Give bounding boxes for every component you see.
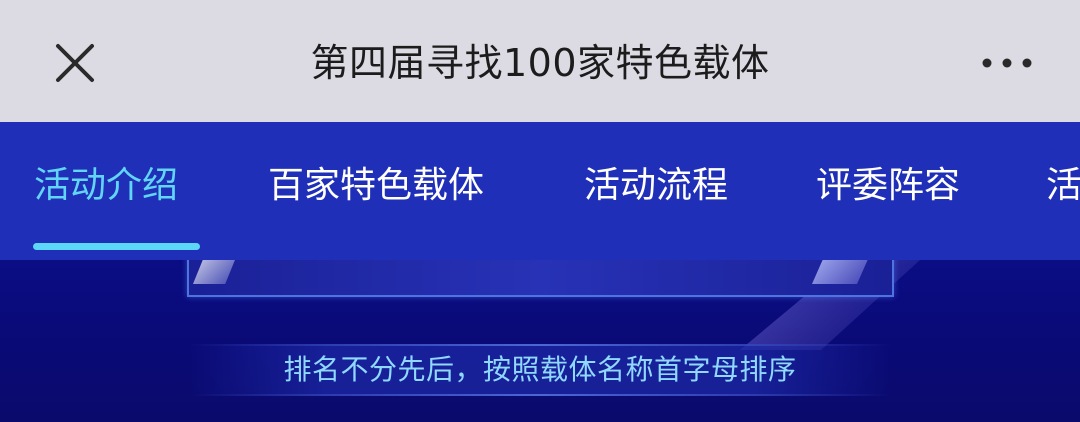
active-tab-indicator [33,243,200,250]
tab-judges[interactable]: 评委阵容 [816,160,960,212]
tab-activity-process[interactable]: 活动流程 [584,160,728,212]
tab-bar: 活动介绍 百家特色载体 活动流程 评委阵容 活 [0,122,1080,260]
title-bar: 第四届寻找100家特色载体 [0,0,1080,122]
banner-title-frame [187,260,894,297]
frame-glint-left [193,260,239,284]
page-title: 第四届寻找100家特色载体 [310,41,770,85]
tab-activity-intro[interactable]: 活动介绍 [34,160,178,212]
notice-bar: 排名不分先后，按照载体名称首字母排序 [188,344,892,396]
more-horizontal-icon [982,58,1032,68]
banner: 排名不分先后，按照载体名称首字母排序 [0,260,1080,422]
frame-glint-right [812,260,872,284]
ranking-notice: 排名不分先后，按照载体名称首字母排序 [283,353,797,386]
tab-hundred-carriers[interactable]: 百家特色载体 [268,160,484,212]
more-button[interactable] [978,40,1036,86]
tab-partial-next[interactable]: 活 [1046,160,1080,212]
